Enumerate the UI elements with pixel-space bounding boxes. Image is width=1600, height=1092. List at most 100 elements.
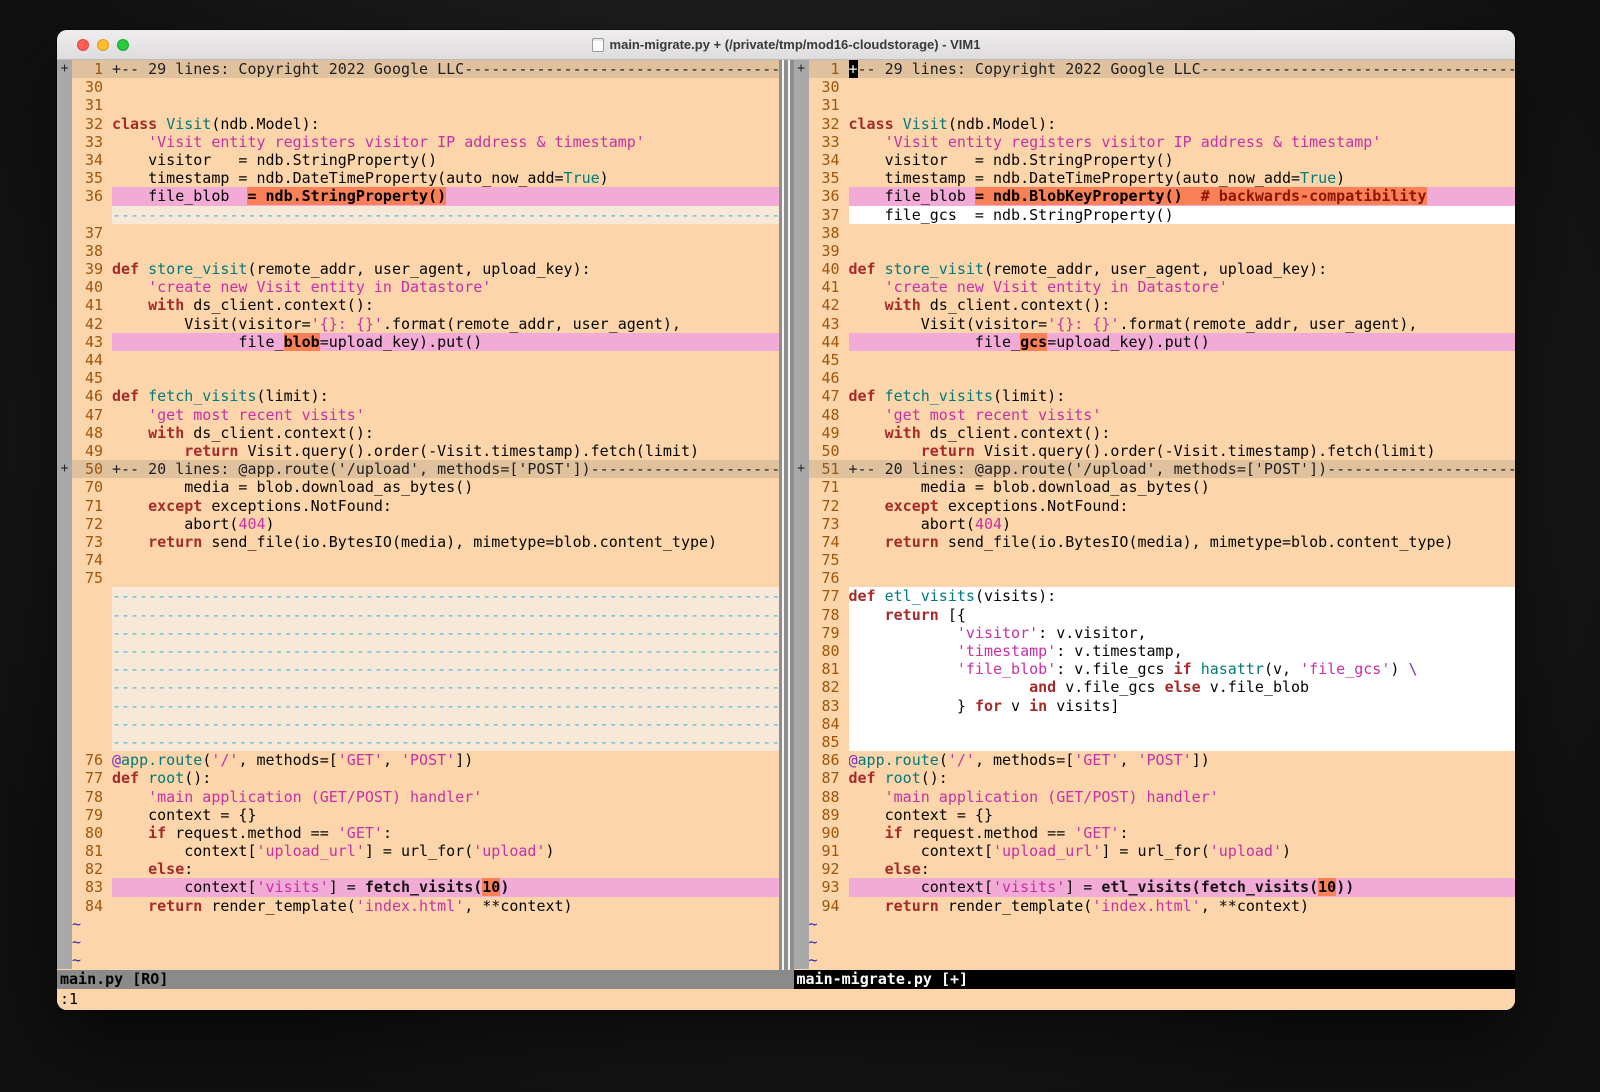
- code-line[interactable]: 78 return [{: [794, 606, 1516, 624]
- code-line[interactable]: 73 return send_file(io.BytesIO(media), m…: [57, 533, 779, 551]
- zoom-button[interactable]: [117, 39, 129, 51]
- tilde-line[interactable]: ~: [794, 915, 1516, 933]
- minimize-button[interactable]: [97, 39, 109, 51]
- code-line[interactable]: 45: [57, 369, 779, 387]
- code-line[interactable]: 31: [57, 96, 779, 114]
- code-line[interactable]: 41 with ds_client.context():: [57, 296, 779, 314]
- diff-filler-line[interactable]: ----------------------------------------…: [57, 624, 779, 642]
- code-line[interactable]: 92 else:: [794, 860, 1516, 878]
- code-line[interactable]: 49 return Visit.query().order(-Visit.tim…: [57, 442, 779, 460]
- code-line[interactable]: 89 context = {}: [794, 806, 1516, 824]
- code-line[interactable]: 37: [57, 224, 779, 242]
- code-line[interactable]: 36 file_blob = ndb.BlobKeyProperty() # b…: [794, 187, 1516, 205]
- fold-marker[interactable]: +: [794, 60, 809, 78]
- code-line[interactable]: 44 file_gcs=upload_key).put(): [794, 333, 1516, 351]
- command-line[interactable]: :1: [57, 989, 1515, 1010]
- fold-line[interactable]: +50+-- 20 lines: @app.route('/upload', m…: [57, 460, 779, 478]
- code-line[interactable]: 77def root():: [57, 769, 779, 787]
- tilde-line[interactable]: ~: [57, 951, 779, 969]
- code-line[interactable]: 80 if request.method == 'GET':: [57, 824, 779, 842]
- code-line[interactable]: 40 'create new Visit entity in Datastore…: [57, 278, 779, 296]
- pane-main-py[interactable]: +1+-- 29 lines: Copyright 2022 Google LL…: [57, 60, 779, 970]
- diff-filler-line[interactable]: ----------------------------------------…: [57, 660, 779, 678]
- code-line[interactable]: 84: [794, 715, 1516, 733]
- code-line[interactable]: 83 context['visits'] = fetch_visits(10): [57, 878, 779, 896]
- code-line[interactable]: 39def store_visit(remote_addr, user_agen…: [57, 260, 779, 278]
- code-line[interactable]: 42 Visit(visitor='{}: {}'.format(remote_…: [57, 315, 779, 333]
- fold-marker[interactable]: +: [57, 460, 72, 478]
- code-line[interactable]: 30: [794, 78, 1516, 96]
- tilde-line[interactable]: ~: [794, 951, 1516, 969]
- code-line[interactable]: 82 else:: [57, 860, 779, 878]
- code-line[interactable]: 73 abort(404): [794, 515, 1516, 533]
- code-line[interactable]: 79 context = {}: [57, 806, 779, 824]
- code-line[interactable]: 72 abort(404): [57, 515, 779, 533]
- code-line[interactable]: 86@app.route('/', methods=['GET', 'POST'…: [794, 751, 1516, 769]
- code-line[interactable]: 75: [794, 551, 1516, 569]
- code-line[interactable]: 80 'timestamp': v.timestamp,: [794, 642, 1516, 660]
- code-line[interactable]: 32class Visit(ndb.Model):: [57, 115, 779, 133]
- tilde-line[interactable]: ~: [57, 915, 779, 933]
- vertical-split-separator[interactable]: [779, 60, 794, 970]
- code-line[interactable]: 74: [57, 551, 779, 569]
- code-line[interactable]: 37 file_gcs = ndb.StringProperty(): [794, 206, 1516, 224]
- code-line[interactable]: 78 'main application (GET/POST) handler': [57, 788, 779, 806]
- close-button[interactable]: [77, 39, 89, 51]
- code-line[interactable]: 46: [794, 369, 1516, 387]
- code-line[interactable]: 85: [794, 733, 1516, 751]
- fold-line[interactable]: +1+-- 29 lines: Copyright 2022 Google LL…: [57, 60, 779, 78]
- code-line[interactable]: 50 return Visit.query().order(-Visit.tim…: [794, 442, 1516, 460]
- diff-filler-line[interactable]: ----------------------------------------…: [57, 206, 779, 224]
- code-line[interactable]: 45: [794, 351, 1516, 369]
- code-line[interactable]: 70 media = blob.download_as_bytes(): [57, 478, 779, 496]
- code-line[interactable]: 33 'Visit entity registers visitor IP ad…: [57, 133, 779, 151]
- code-line[interactable]: 79 'visitor': v.visitor,: [794, 624, 1516, 642]
- code-line[interactable]: 88 'main application (GET/POST) handler': [794, 788, 1516, 806]
- code-line[interactable]: 49 with ds_client.context():: [794, 424, 1516, 442]
- code-line[interactable]: 87def root():: [794, 769, 1516, 787]
- code-line[interactable]: 35 timestamp = ndb.DateTimeProperty(auto…: [57, 169, 779, 187]
- code-line[interactable]: 90 if request.method == 'GET':: [794, 824, 1516, 842]
- diff-filler-line[interactable]: ----------------------------------------…: [57, 587, 779, 605]
- diff-filler-line[interactable]: ----------------------------------------…: [57, 606, 779, 624]
- code-line[interactable]: 48 'get most recent visits': [794, 406, 1516, 424]
- fold-line[interactable]: +1+-- 29 lines: Copyright 2022 Google LL…: [794, 60, 1516, 78]
- code-line[interactable]: 93 context['visits'] = etl_visits(fetch_…: [794, 878, 1516, 896]
- titlebar[interactable]: main-migrate.py + (/private/tmp/mod16-cl…: [57, 30, 1515, 60]
- code-line[interactable]: 81 'file_blob': v.file_gcs if hasattr(v,…: [794, 660, 1516, 678]
- code-line[interactable]: 38: [57, 242, 779, 260]
- fold-marker[interactable]: +: [57, 60, 72, 78]
- pane-main-migrate-py[interactable]: +1+-- 29 lines: Copyright 2022 Google LL…: [794, 60, 1516, 970]
- code-line[interactable]: 77def etl_visits(visits):: [794, 587, 1516, 605]
- code-line[interactable]: 35 timestamp = ndb.DateTimeProperty(auto…: [794, 169, 1516, 187]
- code-line[interactable]: 44: [57, 351, 779, 369]
- code-line[interactable]: 76@app.route('/', methods=['GET', 'POST'…: [57, 751, 779, 769]
- code-line[interactable]: 47def fetch_visits(limit):: [794, 387, 1516, 405]
- code-line[interactable]: 31: [794, 96, 1516, 114]
- code-line[interactable]: 42 with ds_client.context():: [794, 296, 1516, 314]
- code-line[interactable]: 47 'get most recent visits': [57, 406, 779, 424]
- code-line[interactable]: 94 return render_template('index.html', …: [794, 897, 1516, 915]
- code-line[interactable]: 36 file_blob = ndb.StringProperty(): [57, 187, 779, 205]
- code-line[interactable]: 83 } for v in visits]: [794, 697, 1516, 715]
- diff-filler-line[interactable]: ----------------------------------------…: [57, 642, 779, 660]
- tilde-line[interactable]: ~: [794, 933, 1516, 951]
- code-line[interactable]: 72 except exceptions.NotFound:: [794, 497, 1516, 515]
- code-line[interactable]: 34 visitor = ndb.StringProperty(): [57, 151, 779, 169]
- code-line[interactable]: 48 with ds_client.context():: [57, 424, 779, 442]
- code-line[interactable]: 32class Visit(ndb.Model):: [794, 115, 1516, 133]
- code-line[interactable]: 82 and v.file_gcs else v.file_blob: [794, 678, 1516, 696]
- code-line[interactable]: 75: [57, 569, 779, 587]
- diff-filler-line[interactable]: ----------------------------------------…: [57, 733, 779, 751]
- code-line[interactable]: 43 Visit(visitor='{}: {}'.format(remote_…: [794, 315, 1516, 333]
- code-line[interactable]: 43 file_blob=upload_key).put(): [57, 333, 779, 351]
- code-line[interactable]: 30: [57, 78, 779, 96]
- code-line[interactable]: 76: [794, 569, 1516, 587]
- code-line[interactable]: 39: [794, 242, 1516, 260]
- code-line[interactable]: 91 context['upload_url'] = url_for('uplo…: [794, 842, 1516, 860]
- code-line[interactable]: 74 return send_file(io.BytesIO(media), m…: [794, 533, 1516, 551]
- tilde-line[interactable]: ~: [57, 933, 779, 951]
- code-line[interactable]: 46def fetch_visits(limit):: [57, 387, 779, 405]
- code-line[interactable]: 41 'create new Visit entity in Datastore…: [794, 278, 1516, 296]
- diff-filler-line[interactable]: ----------------------------------------…: [57, 697, 779, 715]
